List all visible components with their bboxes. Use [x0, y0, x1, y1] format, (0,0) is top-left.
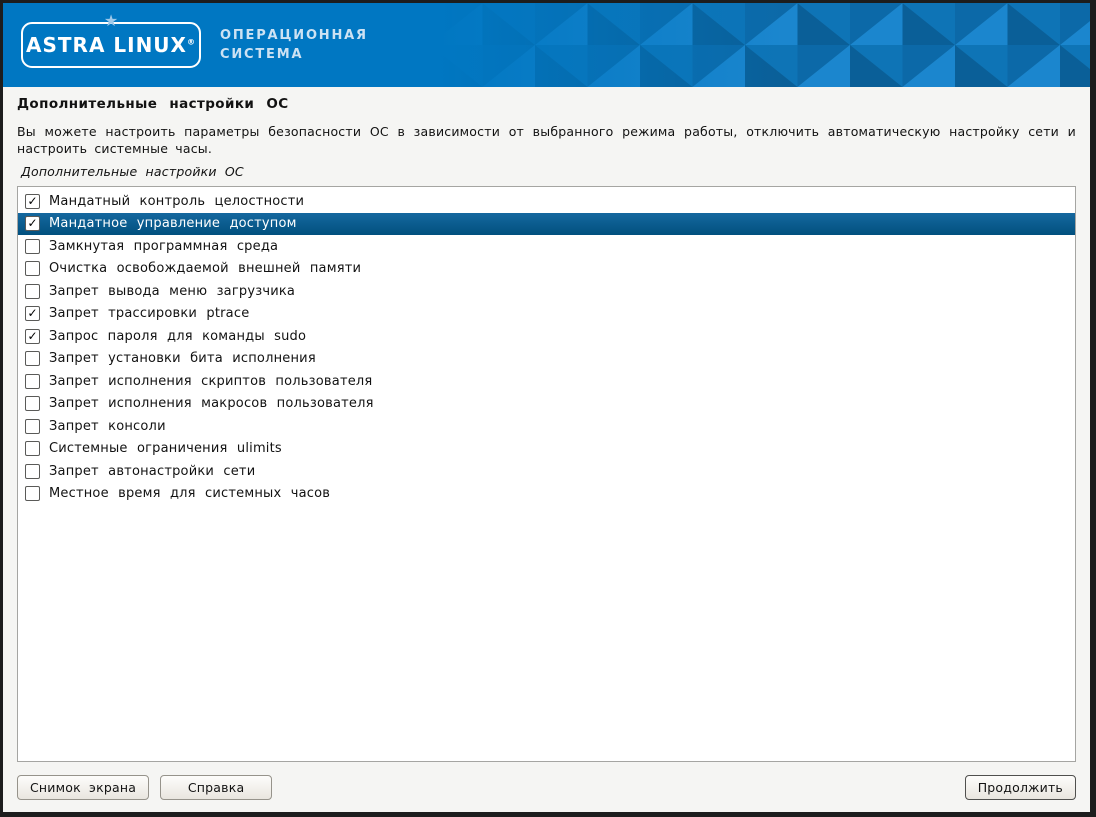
option-label: Запрет трассировки ptrace — [49, 306, 249, 321]
option-label: Запрос пароля для команды sudo — [49, 329, 306, 344]
checkbox-unchecked-icon[interactable] — [25, 239, 40, 254]
checkbox-unchecked-icon[interactable] — [25, 351, 40, 366]
option-label: Системные ограничения ulimits — [49, 441, 282, 456]
option-label: Запрет консоли — [49, 419, 166, 434]
registered-mark: ® — [187, 37, 196, 46]
brand-text: ОПЕРАЦИОННАЯ СИСТЕМА — [220, 26, 368, 64]
checkbox-unchecked-icon[interactable] — [25, 396, 40, 411]
option-label: Запрет установки бита исполнения — [49, 351, 316, 366]
option-label: Мандатный контроль целостности — [49, 194, 304, 209]
screenshot-button[interactable]: Снимок экрана — [17, 775, 149, 800]
footer-bar: Снимок экрана Справка Продолжить — [17, 775, 1076, 800]
option-label: Запрет исполнения макросов пользователя — [49, 396, 374, 411]
logo-text: ASTRA LINUX® — [26, 33, 196, 57]
checkbox-unchecked-icon[interactable] — [25, 261, 40, 276]
header-banner: ★ ASTRA LINUX® ОПЕРАЦИОННАЯ СИСТЕМА — [3, 3, 1090, 87]
checkbox-unchecked-icon[interactable] — [25, 441, 40, 456]
option-row[interactable]: Запрет исполнения скриптов пользователя — [18, 370, 1075, 393]
page-title: Дополнительные настройки ОС — [17, 96, 1076, 112]
checkbox-unchecked-icon[interactable] — [25, 374, 40, 389]
option-label: Местное время для системных часов — [49, 486, 330, 501]
option-label: Замкнутая программная среда — [49, 239, 278, 254]
checkbox-checked-icon[interactable]: ✓ — [25, 194, 40, 209]
option-row[interactable]: Запрет консоли — [18, 415, 1075, 438]
option-row[interactable]: Замкнутая программная среда — [18, 235, 1075, 258]
installer-window: ★ ASTRA LINUX® ОПЕРАЦИОННАЯ СИСТЕМА Допо… — [0, 0, 1096, 817]
help-button[interactable]: Справка — [160, 775, 272, 800]
option-label: Запрет исполнения скриптов пользователя — [49, 374, 372, 389]
checkbox-unchecked-icon[interactable] — [25, 464, 40, 479]
checkbox-unchecked-icon[interactable] — [25, 486, 40, 501]
astra-linux-logo: ★ ASTRA LINUX® — [21, 22, 201, 68]
option-label: Мандатное управление доступом — [49, 216, 297, 231]
content-area: Дополнительные настройки ОС Вы можете на… — [3, 87, 1090, 812]
option-row[interactable]: Запрет автонастройки сети — [18, 460, 1075, 483]
checkbox-checked-icon[interactable]: ✓ — [25, 306, 40, 321]
option-row[interactable]: Местное время для системных часов — [18, 483, 1075, 506]
option-label: Запрет вывода меню загрузчика — [49, 284, 295, 299]
brand-line-1: ОПЕРАЦИОННАЯ — [220, 26, 368, 45]
star-icon: ★ — [104, 13, 118, 29]
page-description: Вы можете настроить параметры безопаснос… — [17, 123, 1076, 157]
continue-button[interactable]: Продолжить — [965, 775, 1076, 800]
checkbox-unchecked-icon[interactable] — [25, 284, 40, 299]
option-row[interactable]: Запрет вывода меню загрузчика — [18, 280, 1075, 303]
option-row[interactable]: Запрет установки бита исполнения — [18, 348, 1075, 371]
checkbox-unchecked-icon[interactable] — [25, 419, 40, 434]
option-label: Очистка освобождаемой внешней памяти — [49, 261, 361, 276]
checkbox-checked-icon[interactable]: ✓ — [25, 329, 40, 344]
option-row[interactable]: ✓ Запрос пароля для команды sudo — [18, 325, 1075, 348]
option-row[interactable]: ✓ Запрет трассировки ptrace — [18, 303, 1075, 326]
option-row[interactable]: Очистка освобождаемой внешней памяти — [18, 258, 1075, 281]
option-row[interactable]: Запрет исполнения макросов пользователя — [18, 393, 1075, 416]
brand-line-2: СИСТЕМА — [220, 45, 368, 64]
option-row[interactable]: Системные ограничения ulimits — [18, 438, 1075, 461]
page-subtitle: Дополнительные настройки ОС — [17, 164, 1076, 179]
option-row[interactable]: ✓ Мандатный контроль целостности — [18, 190, 1075, 213]
options-list[interactable]: ✓ Мандатный контроль целостности ✓ Мандатно… — [17, 186, 1076, 762]
checkbox-checked-icon[interactable]: ✓ — [25, 216, 40, 231]
option-label: Запрет автонастройки сети — [49, 464, 255, 479]
option-row[interactable]: ✓ Мандатное управление доступом — [18, 213, 1075, 236]
